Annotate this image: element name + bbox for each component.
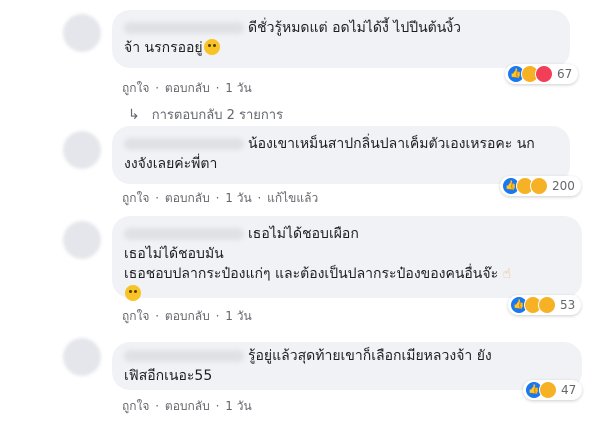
avatar[interactable] [63,14,101,52]
pointing-hand-icon: ☝ [502,266,512,282]
separator: · [155,191,160,205]
reply-link[interactable]: ตอบกลับ [165,309,210,323]
timestamp[interactable]: 1 วัน [225,309,251,323]
separator: · [215,309,220,323]
reaction-summary[interactable]: 👍 67 [505,64,579,84]
reaction-summary[interactable]: 👍 200 [500,176,581,196]
edited-label[interactable]: แก้ไขแล้ว [267,191,318,205]
commenter-name[interactable] [124,138,244,150]
separator: · [257,191,262,205]
like-link[interactable]: ถูกใจ [122,191,149,205]
like-link[interactable]: ถูกใจ [122,399,149,413]
comment-actions: ถูกใจ · ตอบกลับ · 1 วัน [122,79,254,98]
reaction-count: 53 [560,298,576,312]
separator: · [155,399,160,413]
reply-link[interactable]: ตอบกลับ [165,399,210,413]
like-link[interactable]: ถูกใจ [122,309,149,323]
comment-bubble: ดีชั่วรู้หมดแต่ อดไม่ได้งี้ ไปปีนต้นงิ้ว… [112,10,570,68]
sad-icon [530,177,548,195]
comment-bubble: เธอไม่ได้ชอบเผือก เธอไม่ได้ชอบมัน เธอชอบ… [112,216,582,301]
separator: · [155,309,160,323]
smile-emoji-icon [203,39,220,55]
separator: · [155,81,160,95]
avatar[interactable] [63,221,101,259]
avatar[interactable] [63,338,101,376]
reply-link[interactable]: ตอบกลับ [165,191,210,205]
reaction-summary[interactable]: 👍 53 [508,295,582,315]
avatar[interactable] [63,131,101,169]
comment-actions: ถูกใจ · ตอบกลับ · 1 วัน [122,307,254,326]
reply-arrow-icon: ↳ [128,106,140,123]
like-link[interactable]: ถูกใจ [122,81,149,95]
commenter-name[interactable] [124,22,244,34]
reaction-summary[interactable]: 👍 47 [523,380,583,400]
reaction-count: 200 [552,179,575,193]
timestamp[interactable]: 1 วัน [225,399,251,413]
comment-bubble: รู้อยู่แล้วสุดท้ายเขาก็เลือกเมียหลวงจ้า … [112,342,582,390]
separator: · [215,191,220,205]
sad-icon [538,296,556,314]
comment-actions: ถูกใจ · ตอบกลับ · 1 วัน · แก้ไขแล้ว [122,189,320,208]
haha-icon [539,381,557,399]
commenter-name[interactable] [124,228,244,240]
love-icon [535,65,553,83]
view-replies-link[interactable]: ↳ การตอบกลับ 2 รายการ [128,104,283,125]
separator: · [215,399,220,413]
timestamp[interactable]: 1 วัน [225,191,251,205]
reaction-count: 47 [561,383,577,397]
reply-link[interactable]: ตอบกลับ [165,81,210,95]
smile-emoji-icon [125,285,141,301]
commenter-name[interactable] [124,350,244,362]
comment-bubble: น้องเขาเหม็นสาปกลิ่นปลาเค็มตัวเองเหรอคะ … [112,126,570,184]
reaction-count: 67 [557,67,573,81]
replies-label: การตอบกลับ 2 รายการ [151,108,284,123]
comment-actions: ถูกใจ · ตอบกลับ · 1 วัน [122,397,254,416]
separator: · [215,81,220,95]
timestamp[interactable]: 1 วัน [225,81,251,95]
